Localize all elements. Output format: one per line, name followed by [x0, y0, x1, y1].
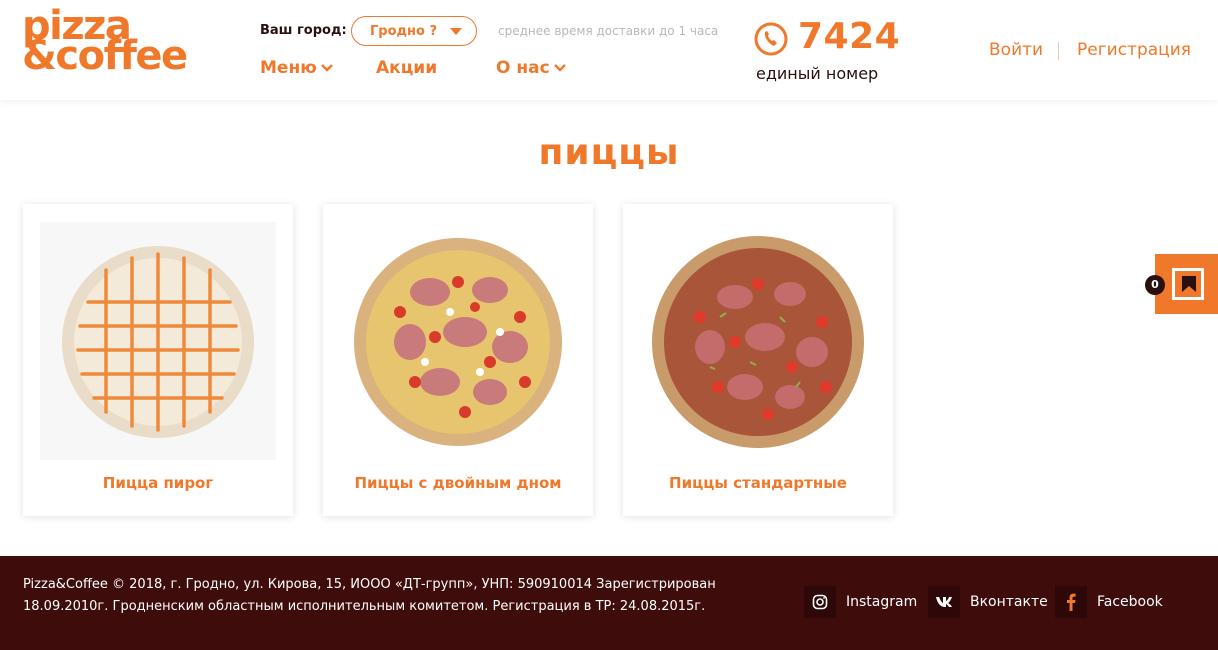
footer-legal-text: Pizza&Coffee © 2018, г. Гродно, ул. Киро… — [23, 574, 743, 618]
category-card-pie-pizza[interactable]: Пицца пирог — [23, 204, 293, 516]
site-header: pizza &coffee Ваш город: Гродно ? средне… — [0, 0, 1218, 100]
social-link-instagram[interactable]: Instagram — [804, 586, 917, 618]
logo-line-2: &coffee — [22, 33, 188, 79]
site-logo[interactable]: pizza &coffee — [22, 6, 204, 79]
register-link[interactable]: Регистрация — [1077, 40, 1191, 60]
card-label: Пиццы с двойным дном — [354, 474, 562, 492]
nav-about[interactable]: О нас — [496, 58, 566, 78]
instagram-icon — [804, 586, 836, 618]
phone-number[interactable]: 7424 — [798, 16, 900, 57]
phone-caption: единый номер — [756, 64, 879, 83]
footer-legal-line-1: Pizza&Coffee © 2018, г. Гродно, ул. Киро… — [23, 577, 716, 592]
nav-about-label: О нас — [496, 58, 550, 78]
category-card-standard[interactable]: Пиццы стандартные — [623, 204, 893, 516]
city-select[interactable]: Гродно ? — [351, 16, 477, 46]
delivery-time-note: среднее время доставки до 1 часа — [498, 24, 719, 38]
social-label: Facebook — [1097, 594, 1163, 610]
card-label: Пиццы стандартные — [669, 474, 847, 492]
social-link-vk[interactable]: Вконтакте — [928, 586, 1048, 618]
nav-promos[interactable]: Акции — [376, 58, 437, 78]
footer-legal-line-2: 18.09.2010г. Гродненским областным испол… — [23, 599, 706, 614]
cart-count-badge: 0 — [1145, 275, 1165, 295]
facebook-icon — [1055, 586, 1087, 618]
city-select-value: Гродно ? — [370, 23, 437, 39]
nav-menu[interactable]: Меню — [260, 58, 333, 78]
vk-icon — [928, 586, 960, 618]
page-title: пиццы — [538, 132, 680, 173]
auth-divider — [1058, 42, 1059, 60]
social-label: Instagram — [846, 594, 918, 610]
card-label: Пицца пирог — [102, 474, 214, 492]
cart-frame — [1172, 268, 1204, 300]
nav-menu-label: Меню — [260, 58, 317, 78]
bookmark-flag-icon — [1182, 276, 1196, 292]
chevron-down-icon — [553, 64, 566, 72]
pie-pizza-photo — [40, 222, 276, 460]
site-footer: Pizza&Coffee © 2018, г. Гродно, ул. Киро… — [0, 556, 1218, 650]
social-label: Вконтакте — [970, 594, 1048, 610]
double-crust-pizza-photo — [354, 238, 562, 446]
chevron-down-icon — [320, 64, 333, 72]
caret-down-icon — [450, 28, 462, 35]
nav-promos-label: Акции — [376, 58, 438, 78]
city-label: Ваш город: — [260, 23, 347, 38]
standard-pizza-photo — [652, 236, 864, 448]
phone-icon — [754, 22, 788, 56]
category-card-double-crust[interactable]: Пиццы с двойным дном — [323, 204, 593, 516]
social-link-facebook[interactable]: Facebook — [1055, 586, 1163, 618]
login-link[interactable]: Войти — [989, 40, 1043, 60]
